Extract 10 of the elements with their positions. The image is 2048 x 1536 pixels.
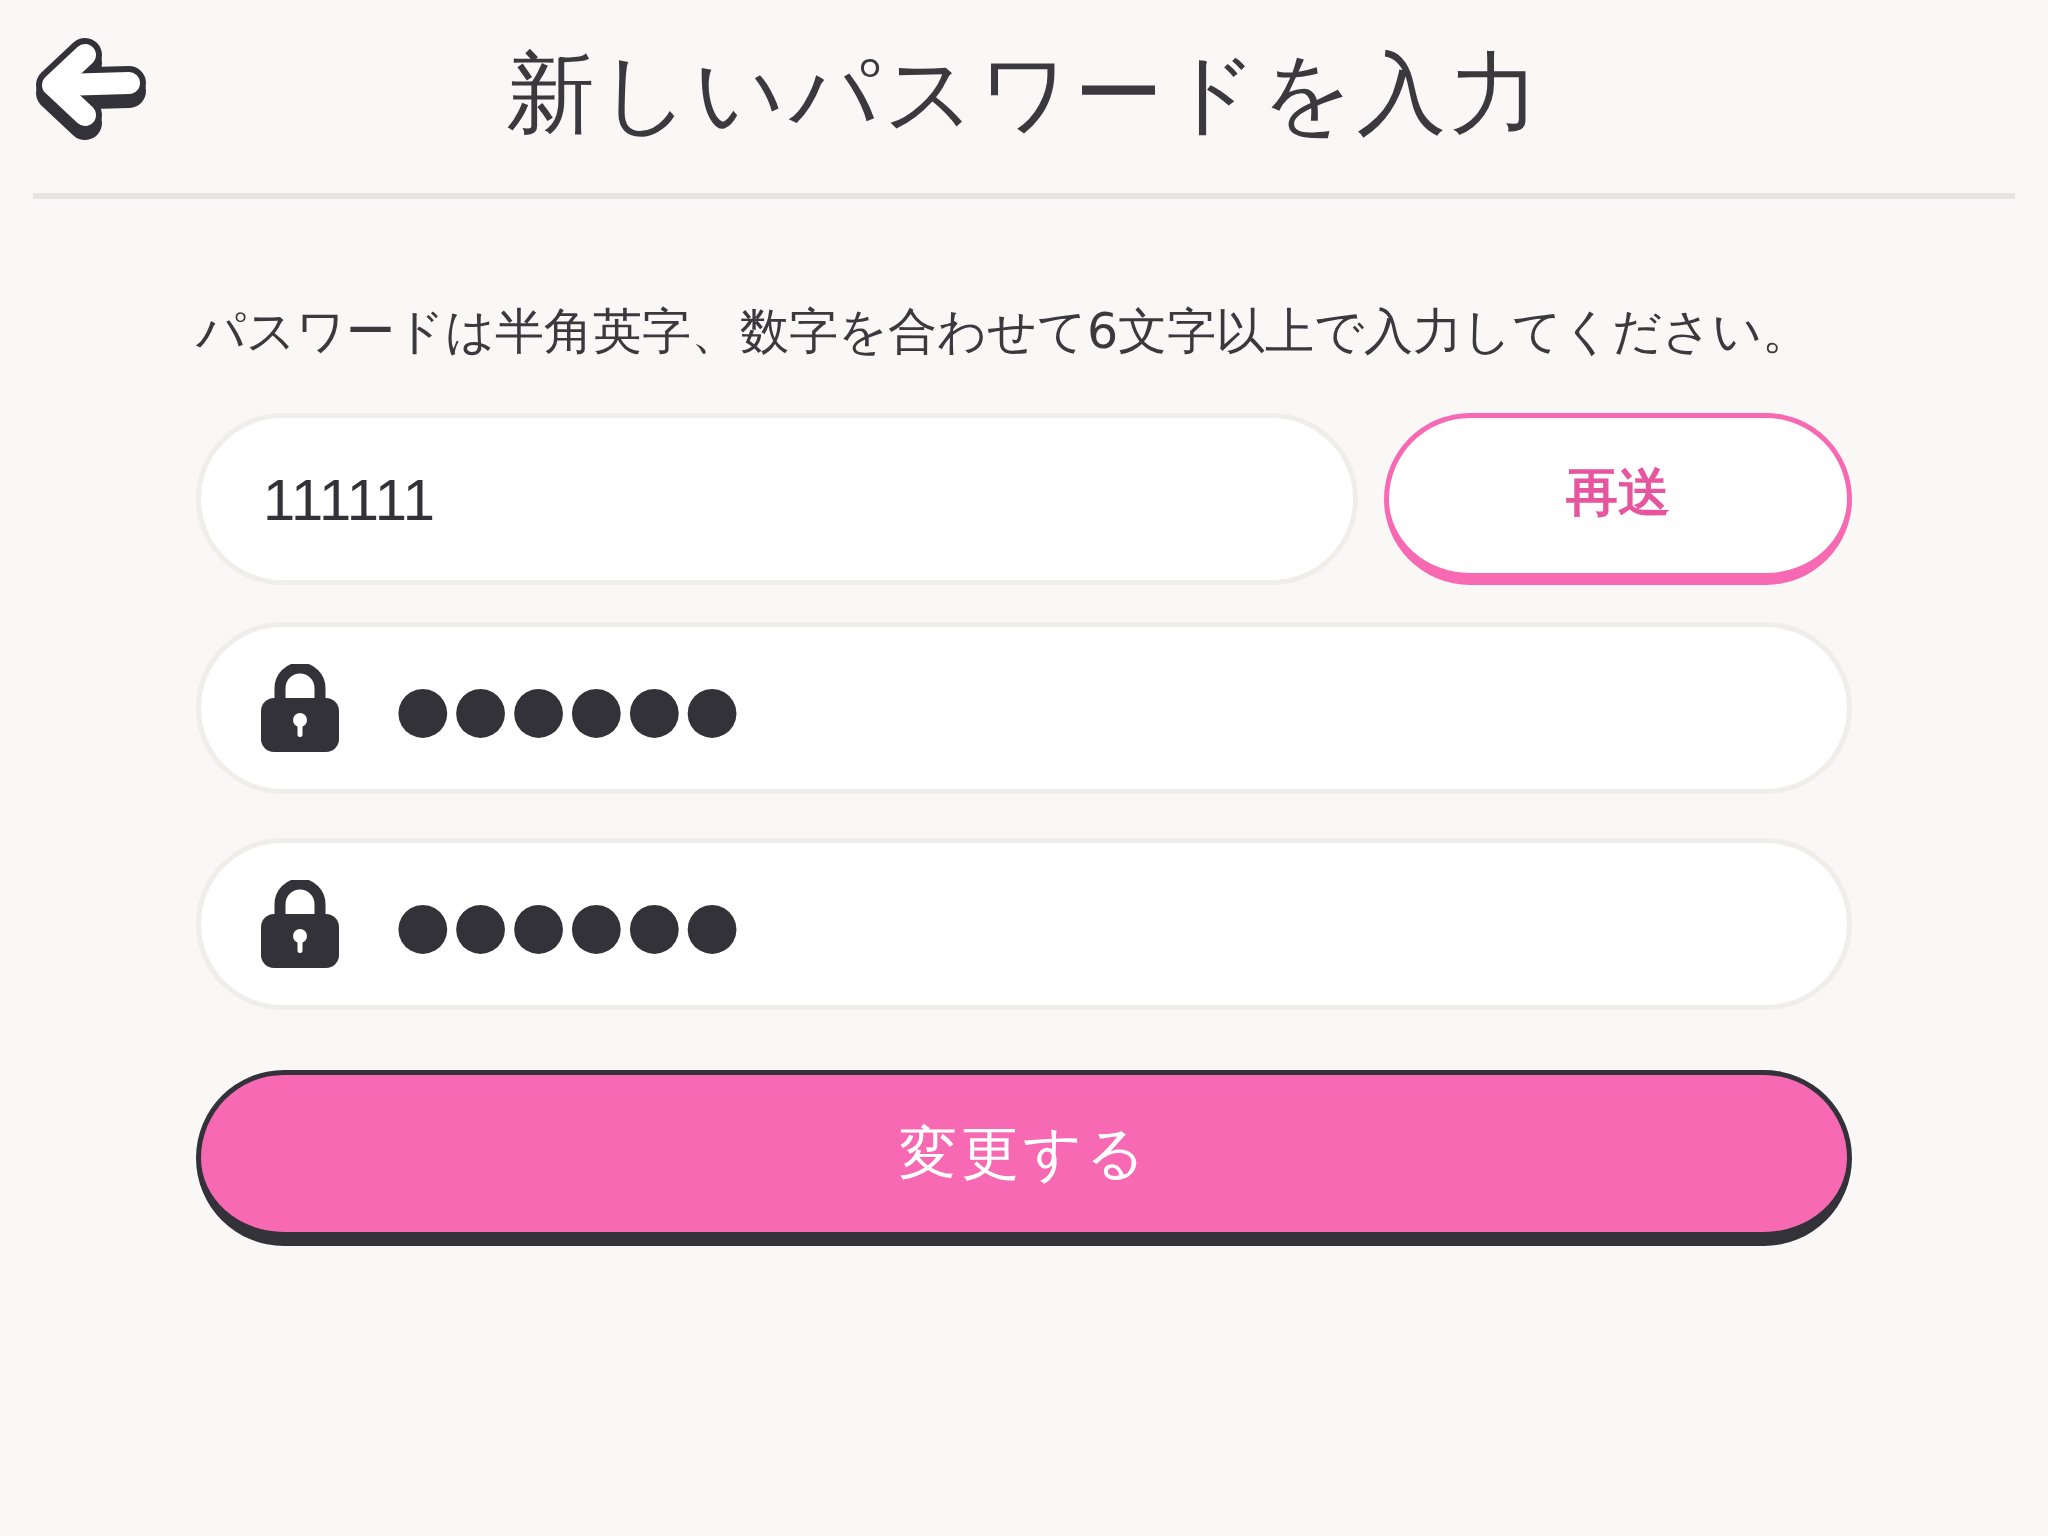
lock-icon bbox=[261, 664, 339, 752]
password-input-field[interactable]: ●●●●●● bbox=[196, 622, 1852, 794]
instruction-text: パスワードは半角英字、数字を合わせて6文字以上で入力してください。 bbox=[196, 302, 1813, 362]
back-button[interactable] bbox=[33, 35, 147, 140]
masked-password-text: ●●●●●● bbox=[395, 892, 743, 956]
page-title: 新しいパスワードを入力 bbox=[505, 39, 1543, 147]
password-input-field[interactable]: ●●●●●● bbox=[196, 838, 1852, 1010]
code-input-field[interactable]: 111111 bbox=[196, 413, 1358, 585]
masked-password-text: ●●●●●● bbox=[395, 676, 743, 740]
lock-icon bbox=[261, 880, 339, 968]
